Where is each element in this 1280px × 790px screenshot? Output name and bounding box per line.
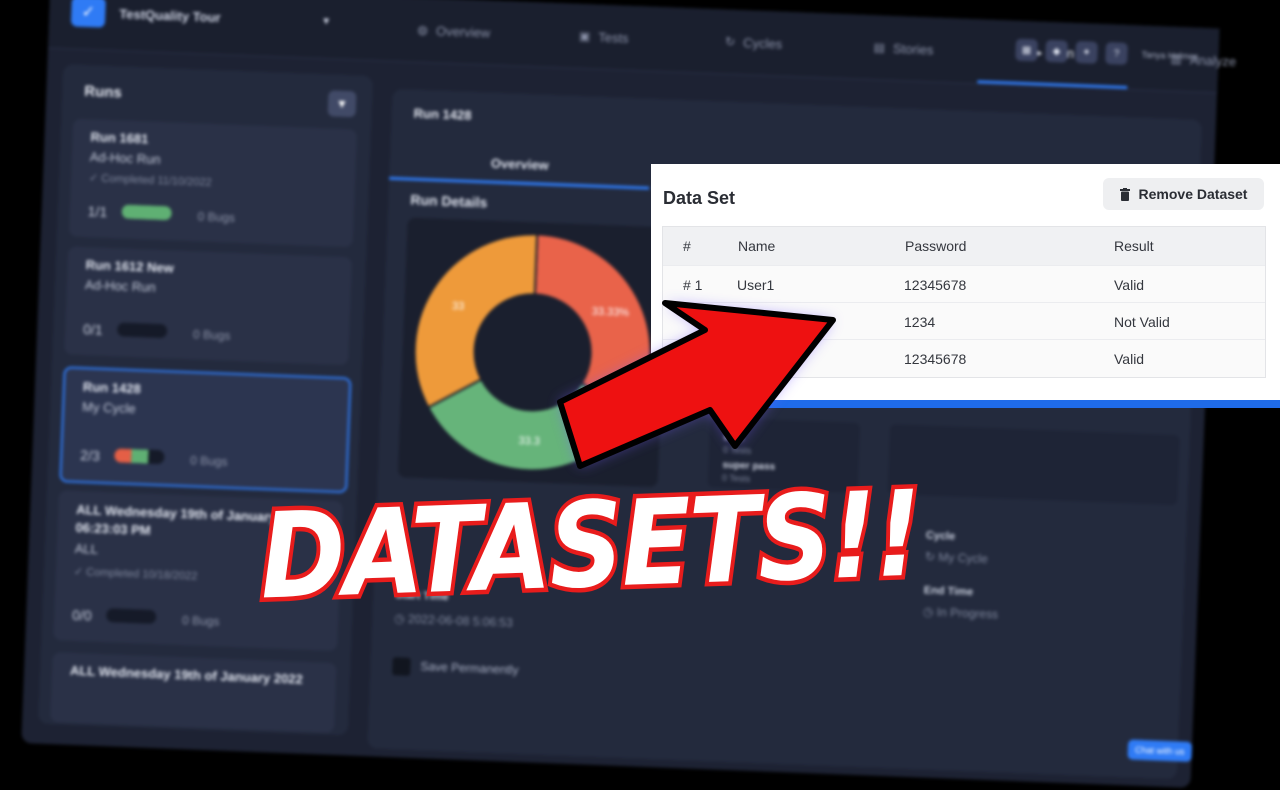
headline-text: DATASETS!!: [258, 468, 922, 618]
column-header-name: Name: [738, 238, 776, 254]
remove-dataset-label: Remove Dataset: [1138, 186, 1248, 202]
run-bugs: 0 Bugs: [189, 453, 228, 469]
filter-icon[interactable]: ▼: [327, 90, 357, 118]
headline: DATASETS!!: [253, 468, 926, 618]
run-progress-bar: [116, 322, 168, 339]
notification-icon[interactable]: ◆: [1045, 39, 1068, 63]
tab-run-overview[interactable]: Overview: [389, 140, 651, 190]
row-password: 1234: [904, 313, 936, 330]
chat-button[interactable]: Chat with us: [1127, 739, 1193, 762]
donut-slice-label: 33.33%: [592, 306, 630, 319]
table-row[interactable]: 1234 Not Valid: [663, 302, 1265, 340]
help-icon[interactable]: ?: [1105, 42, 1128, 65]
run-name: Run 1681: [90, 129, 149, 147]
table-row[interactable]: 12345678 Valid: [663, 339, 1265, 377]
run-count: 0/0: [71, 606, 92, 624]
remove-dataset-button[interactable]: Remove Dataset: [1103, 178, 1264, 210]
run-details-title: Run Details: [410, 191, 488, 211]
dataset-table: # Name Password Result # 1 User1 1234567…: [662, 226, 1266, 378]
column-header-password: Password: [905, 238, 967, 254]
overview-icon: ◍: [417, 22, 429, 38]
run-status: ✓ Completed 11/10/2022: [88, 172, 212, 189]
tab-cycles[interactable]: ↻ Cycles: [678, 8, 830, 78]
tab-label: Stories: [892, 40, 934, 57]
run-count: 1/1: [87, 203, 108, 220]
row-password: 12345678: [904, 276, 967, 293]
row-result: Valid: [1114, 350, 1145, 367]
run-bugs: 0 Bugs: [192, 327, 231, 343]
run-name: Run 1428: [82, 379, 142, 397]
chevron-down-icon[interactable]: ▼: [321, 16, 331, 27]
tab-label: Overview: [435, 22, 491, 40]
table-header: # Name Password Result: [663, 227, 1265, 265]
trash-icon: [1119, 187, 1130, 201]
star-icon[interactable]: ✦: [1075, 40, 1098, 64]
run-bugs: 0 Bugs: [197, 209, 236, 225]
donut-slice: [533, 233, 652, 417]
column-header-result: Result: [1114, 238, 1154, 254]
runs-panel: Runs ▼ Run 1681 Ad-Hoc Run ✓ Completed 1…: [38, 64, 374, 736]
tab-tests[interactable]: ▣ Tests: [528, 2, 680, 72]
run-name: Run 1612 New: [85, 257, 175, 276]
runs-title: Runs: [83, 82, 123, 102]
row-result: Valid: [1114, 276, 1145, 293]
tab-stories[interactable]: ▤ Stories: [827, 13, 979, 83]
run-type: Ad-Hoc Run: [89, 149, 161, 167]
row-name: User1: [737, 276, 775, 293]
run-count: 0/1: [82, 321, 103, 338]
run-type: Ad-Hoc Run: [84, 277, 156, 295]
run-progress-bar: [105, 608, 157, 625]
app-logo-icon[interactable]: ✓: [70, 0, 106, 28]
cycle-text: My Cycle: [938, 550, 989, 566]
run-progress-bar: [121, 204, 172, 221]
row-number: # 1: [683, 276, 703, 293]
end-time-text: In Progress: [936, 605, 999, 622]
row-result: Not Valid: [1114, 313, 1170, 330]
tab-label: Tests: [598, 29, 629, 46]
table-row[interactable]: # 1 User1 12345678 Valid: [663, 265, 1265, 303]
run-card[interactable]: Run 1612 New Ad-Hoc Run 0/1 0 Bugs: [64, 246, 353, 366]
run-title: Run 1428: [413, 105, 472, 123]
run-chart: 33.33% 33.3 33: [397, 217, 668, 488]
run-type: My Cycle: [81, 399, 136, 417]
run-name: ALL Wednesday 19th of January 2022: [69, 662, 304, 687]
dataset-title: Data Set: [663, 188, 736, 208]
grid-icon[interactable]: ▦: [1015, 38, 1038, 62]
run-count: 2/3: [80, 447, 101, 464]
legend-label: skip: [723, 431, 744, 444]
legend-count: 0 Tests: [722, 444, 752, 456]
run-status: ✓ Completed 10/18/2022: [73, 565, 198, 583]
tab-label: Cycles: [742, 34, 783, 52]
donut-chart: 33.33% 33.3 33: [413, 233, 652, 472]
save-permanently-checkbox[interactable]: [392, 657, 411, 676]
cycles-icon: ↻: [724, 34, 736, 49]
run-bugs: 0 Bugs: [181, 613, 220, 629]
run-type: ALL: [74, 540, 99, 557]
column-header-number: #: [683, 238, 691, 254]
donut-slice-label: 33.3: [518, 435, 540, 448]
stories-icon: ▤: [873, 40, 886, 55]
tests-icon: ▣: [578, 28, 591, 44]
dataset-card: Data Set Remove Dataset # Name Password …: [651, 164, 1280, 408]
run-card[interactable]: Run 1681 Ad-Hoc Run ✓ Completed 11/10/20…: [68, 118, 358, 248]
donut-slice-label: 33: [452, 300, 465, 312]
row-password: 12345678: [904, 350, 967, 367]
user-name[interactable]: Tanya Holmes: [1141, 49, 1198, 61]
tab-overview[interactable]: ◍ Overview: [378, 0, 530, 66]
project-name[interactable]: TestQuality Tour: [119, 6, 221, 25]
save-permanently-label: Save Permanently: [420, 659, 519, 678]
run-card[interactable]: ALL Wednesday 19th of January 2022: [50, 652, 337, 733]
run-progress-bar: [114, 448, 165, 465]
